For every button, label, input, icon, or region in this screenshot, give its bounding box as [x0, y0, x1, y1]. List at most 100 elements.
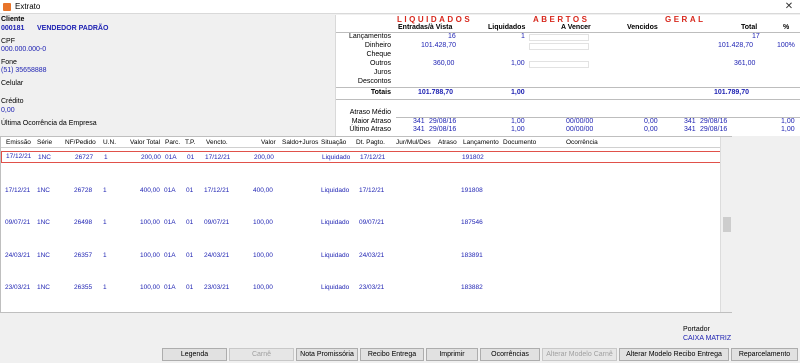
- cell-situacao: Liquidado: [321, 252, 350, 259]
- col-serie[interactable]: Série: [37, 139, 52, 146]
- lanc-liq: 1: [521, 33, 525, 40]
- tot-liq-entr: 101.788,70: [418, 89, 454, 96]
- table-row[interactable]: 23/03/21 1NC 26355 1 100,00 01A 01 23/03…: [1, 282, 723, 294]
- col-jur-mul-des[interactable]: Jur/Mul/Des: [396, 139, 431, 146]
- din-liq-entr: 101.428,70: [421, 42, 457, 49]
- row-descontos: Descontos: [357, 78, 391, 85]
- cell-parc: 01A: [164, 284, 176, 291]
- col-lancamento[interactable]: Lançamento: [463, 139, 499, 146]
- cell-emissao: 24/03/21: [5, 252, 31, 259]
- cell-parc: 01A: [164, 187, 176, 194]
- ult-ger-days: 341: [684, 126, 696, 133]
- maior-liq-val: 1,00: [511, 118, 525, 125]
- cell-valor-total: 100,00: [140, 252, 160, 259]
- col-valor-total[interactable]: Valor Total: [130, 139, 160, 146]
- row-lancamentos: Lançamentos: [348, 33, 391, 40]
- cell-tp: 01: [186, 252, 194, 259]
- col-nf-pedido[interactable]: NF/Pedido: [65, 139, 96, 146]
- col-parc[interactable]: Parc.: [165, 139, 180, 146]
- table-row[interactable]: 24/03/21 1NC 26357 1 100,00 01A 01 24/03…: [1, 250, 723, 262]
- cell-serie: 1NC: [38, 154, 52, 161]
- nota-promissoria-button[interactable]: Nota Promissória: [296, 348, 358, 361]
- alterar-modelo-carne-button[interactable]: Alterar Modelo Carnê: [542, 348, 617, 361]
- col-tp[interactable]: T.P.: [185, 139, 195, 146]
- col-ocorrencia[interactable]: Ocorrência: [566, 139, 598, 146]
- row-outros: Outros: [369, 60, 391, 67]
- legenda-button[interactable]: Legenda: [162, 348, 227, 361]
- client-name: VENDEDOR PADRÃO: [37, 25, 109, 32]
- cell-vencto: 17/12/21: [204, 187, 230, 194]
- tot-total: 101.789,70: [714, 89, 750, 96]
- row-atraso-medio: Atraso Médio: [349, 109, 391, 116]
- cell-valor-total: 200,00: [141, 154, 161, 161]
- cell-serie: 1NC: [37, 284, 51, 291]
- cell-vencto: 23/03/21: [204, 284, 230, 291]
- credito-value: 0,00: [1, 107, 15, 114]
- cell-lancamento: 191802: [462, 154, 484, 161]
- liquidados-title: LIQUIDADOS: [397, 15, 473, 24]
- celular-label: Celular: [1, 80, 24, 87]
- cell-tp: 01: [186, 187, 194, 194]
- ult-aber-date: 00/00/00: [566, 126, 594, 133]
- ult-ger-val: 1,00: [781, 126, 795, 133]
- client-label: Cliente: [1, 16, 25, 23]
- cell-emissao: 17/12/21: [6, 153, 32, 160]
- ult-aber-val: 0,00: [644, 126, 658, 133]
- imprimir-button[interactable]: Imprimir: [426, 348, 478, 361]
- col-valor[interactable]: Valor: [261, 139, 276, 146]
- grid-header: Emissão Série NF/Pedido U.N. Valor Total…: [1, 137, 731, 148]
- cell-serie: 1NC: [37, 252, 51, 259]
- aber-lanc-field: [529, 34, 589, 41]
- col-situacao[interactable]: Situação: [321, 139, 346, 146]
- divider: [336, 32, 800, 33]
- grid-vertical-scrollbar[interactable]: [720, 137, 732, 312]
- alterar-modelo-recibo-button[interactable]: Alterar Modelo Recibo Entrega: [619, 348, 729, 361]
- cell-parc: 01A: [164, 252, 176, 259]
- cpf-label: CPF: [1, 38, 15, 45]
- cell-valor: 400,00: [253, 187, 273, 194]
- transactions-grid[interactable]: Emissão Série NF/Pedido U.N. Valor Total…: [0, 136, 732, 313]
- cell-dt-pagto: 23/03/21: [359, 284, 385, 291]
- ult-liq-val: 1,00: [511, 126, 525, 133]
- table-row[interactable]: 09/07/21 1NC 26498 1 100,00 01A 01 09/07…: [1, 217, 723, 229]
- lanc-total: 17: [752, 33, 760, 40]
- col-documento[interactable]: Documento: [503, 139, 536, 146]
- col-saldo-juros[interactable]: Saldo+Juros: [282, 139, 318, 146]
- col-dt-pagto[interactable]: Dt. Pagto.: [356, 139, 385, 146]
- cell-emissao: 23/03/21: [5, 284, 31, 291]
- scrollbar-thumb[interactable]: [723, 217, 731, 232]
- aber-col-avencer: A Vencer: [561, 24, 591, 31]
- din-total: 101.428,70: [718, 42, 754, 49]
- col-atraso[interactable]: Atraso: [438, 139, 457, 146]
- table-row[interactable]: 17/12/21 1NC 26727 1 200,00 01A 01 17/12…: [1, 151, 723, 163]
- col-vencto[interactable]: Vencto.: [206, 139, 228, 146]
- fone-label: Fone: [1, 59, 17, 66]
- close-icon[interactable]: ✕: [782, 0, 796, 13]
- aber-out-field: [529, 61, 589, 68]
- out-liq: 1,00: [511, 60, 525, 67]
- cell-tp: 01: [186, 219, 194, 226]
- cell-nf: 26357: [74, 252, 93, 259]
- col-un[interactable]: U.N.: [103, 139, 116, 146]
- table-row[interactable]: 17/12/21 1NC 26728 1 400,00 01A 01 17/12…: [1, 185, 723, 197]
- maior-ger-val: 1,00: [781, 118, 795, 125]
- ocorrencia-label: Última Ocorrência da Empresa: [1, 120, 97, 127]
- summary-panel: LIQUIDADOS ABERTOS GERAL Entradas/à Vist…: [335, 15, 800, 136]
- liq-col-entradas: Entradas/à Vista: [398, 24, 453, 31]
- portador-value: CAIXA MATRIZ: [683, 335, 732, 342]
- cell-nf: 26727: [75, 154, 94, 161]
- cpf-value: 000.000.000-0: [1, 46, 47, 53]
- tot-liq: 1,00: [511, 89, 525, 96]
- recibo-entrega-button[interactable]: Recibo Entrega: [360, 348, 424, 361]
- geral-col-total: Total: [741, 24, 758, 31]
- col-emissao[interactable]: Emissão: [6, 139, 31, 146]
- cell-un: 1: [103, 252, 107, 259]
- reparcelamento-button[interactable]: Reparcelamento: [731, 348, 798, 361]
- divider: [396, 117, 800, 118]
- geral-col-pct: %: [783, 24, 790, 31]
- carne-button[interactable]: Carnê: [229, 348, 294, 361]
- maior-ger-date: 29/08/16: [700, 118, 728, 125]
- row-dinheiro: Dinheiro: [364, 42, 391, 49]
- ocorrencias-button[interactable]: Ocorrências: [480, 348, 540, 361]
- cell-serie: 1NC: [37, 219, 51, 226]
